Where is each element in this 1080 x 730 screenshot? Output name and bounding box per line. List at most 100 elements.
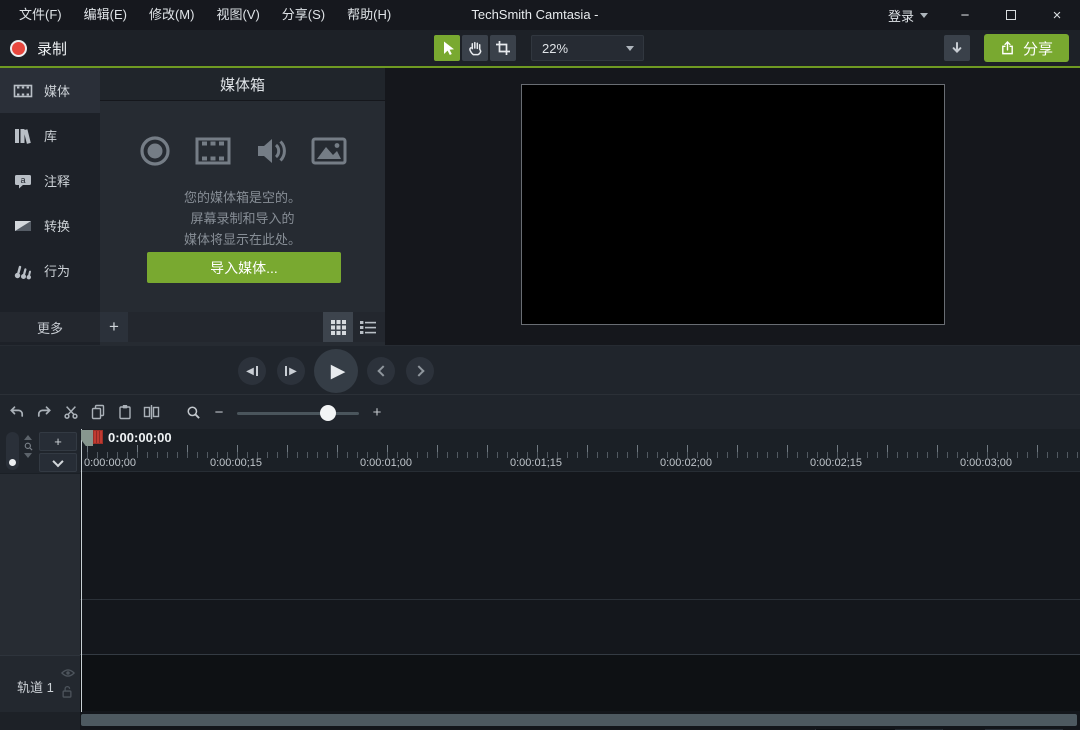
- split-button[interactable]: [138, 398, 165, 426]
- zoom-out-button[interactable]: −: [213, 404, 225, 421]
- playhead-out-handle[interactable]: [93, 430, 103, 444]
- grid-view-icon: [331, 320, 346, 335]
- eye-icon[interactable]: [61, 668, 75, 678]
- record-icon: [10, 40, 27, 57]
- sidebar-label: 注释: [44, 171, 70, 190]
- track1-header[interactable]: 轨道 1: [0, 655, 80, 712]
- track-options-button[interactable]: [39, 453, 77, 472]
- sidebar-label: 行为: [44, 261, 70, 280]
- paste-icon: [117, 404, 133, 420]
- ruler-label: 0:00:00;15: [210, 457, 262, 469]
- track1-lane[interactable]: [80, 654, 1080, 711]
- sidebar-item-library[interactable]: 库: [0, 113, 100, 158]
- paste-button[interactable]: [111, 398, 138, 426]
- video-preview[interactable]: [521, 84, 945, 325]
- media-type-icons: [100, 134, 385, 168]
- timeline-scroll-area: [80, 711, 1080, 729]
- mini-zoom-control[interactable]: [23, 435, 33, 458]
- add-track-button[interactable]: +: [39, 432, 77, 451]
- redo-button[interactable]: [30, 398, 57, 426]
- arrow-down-icon: [24, 453, 32, 458]
- track1-controls: [61, 668, 75, 698]
- download-button[interactable]: [944, 35, 970, 61]
- maximize-button[interactable]: [988, 0, 1034, 30]
- sidebar-more-button[interactable]: 更多: [0, 312, 100, 342]
- timeline-toolbar: − +: [0, 394, 1080, 429]
- close-button[interactable]: ×: [1034, 0, 1080, 30]
- menu-file[interactable]: 文件(F): [8, 0, 73, 30]
- undo-icon: [9, 404, 25, 420]
- share-label: 分享: [1023, 38, 1053, 59]
- ruler-label: 0:00:01;15: [510, 457, 562, 469]
- sidebar-item-behaviors[interactable]: 行为: [0, 248, 100, 293]
- edit-cursor-tool-button[interactable]: [434, 35, 460, 61]
- pan-tool-button[interactable]: [462, 35, 488, 61]
- login-button[interactable]: 登录: [874, 0, 942, 30]
- crop-tool-button[interactable]: [490, 35, 516, 61]
- zoom-slider-track[interactable]: [237, 412, 359, 415]
- ruler-label: 0:00:03;00: [960, 457, 1012, 469]
- chevron-down-icon: [626, 46, 634, 51]
- sidebar-item-annotations[interactable]: a 注释: [0, 158, 100, 203]
- timeline-ruler[interactable]: 0:00:00;00 0:00:00;15 0:00:01;00 0:00:01…: [80, 429, 1080, 472]
- timeline-zoom-slider[interactable]: [237, 405, 359, 421]
- horizontal-scrollbar[interactable]: [81, 714, 1077, 726]
- ruler-label: 0:00:00;00: [84, 457, 136, 469]
- menubar-right: 登录 − ×: [874, 0, 1080, 30]
- add-media-button[interactable]: +: [100, 312, 128, 342]
- more-label: 更多: [37, 318, 63, 337]
- menu-group: 文件(F) 编辑(E) 修改(M) 视图(V) 分享(S) 帮助(H): [0, 0, 402, 30]
- next-clip-button[interactable]: [406, 357, 434, 385]
- undo-button[interactable]: [3, 398, 30, 426]
- import-media-button[interactable]: 导入媒体...: [147, 252, 341, 283]
- copy-button[interactable]: [84, 398, 111, 426]
- canvas-zoom-select[interactable]: 22%: [531, 35, 644, 61]
- timeline-empty-area[interactable]: [80, 472, 1080, 599]
- share-button[interactable]: 分享: [984, 34, 1069, 62]
- ruler-labels: 0:00:00;00 0:00:00;15 0:00:01;00 0:00:01…: [80, 457, 1080, 471]
- previous-clip-button[interactable]: [367, 357, 395, 385]
- track-header-footer: [0, 712, 80, 730]
- sidebar-item-media[interactable]: 媒体: [0, 68, 100, 113]
- timeline-left-column: + 轨道 1: [0, 429, 80, 730]
- play-button[interactable]: ▶: [314, 349, 358, 393]
- menu-modify[interactable]: 修改(M): [138, 0, 206, 30]
- track-height-slider[interactable]: [6, 432, 19, 470]
- lock-open-icon[interactable]: [61, 685, 73, 698]
- minimize-button[interactable]: −: [942, 0, 988, 30]
- step-forward-button[interactable]: ▶: [277, 357, 305, 385]
- main-toolbar: 录制 22%: [0, 30, 1080, 66]
- maximize-icon: [1006, 10, 1016, 20]
- download-arrow-icon: [949, 40, 965, 56]
- menu-share[interactable]: 分享(S): [271, 0, 336, 30]
- track-height-thumb[interactable]: [9, 459, 16, 466]
- record-label: 录制: [37, 38, 67, 59]
- arrow-up-icon: [24, 435, 32, 440]
- menu-view[interactable]: 视图(V): [205, 0, 270, 30]
- zoom-slider-thumb[interactable]: [320, 405, 336, 421]
- ruler-label: 0:00:01;00: [360, 457, 412, 469]
- timeline-content[interactable]: 0:00:00;00 0:00:00;15 0:00:01;00 0:00:01…: [80, 429, 1080, 730]
- video-film-icon: [194, 134, 232, 168]
- media-film-icon: [13, 81, 33, 101]
- step-backward-button[interactable]: ◀: [238, 357, 266, 385]
- menu-edit[interactable]: 编辑(E): [73, 0, 138, 30]
- track-controls: +: [0, 429, 80, 473]
- playhead-line[interactable]: [81, 429, 82, 712]
- camtasia-window: 文件(F) 编辑(E) 修改(M) 视图(V) 分享(S) 帮助(H) Tech…: [0, 0, 1080, 730]
- cut-button[interactable]: [57, 398, 84, 426]
- grid-view-button[interactable]: [323, 312, 353, 342]
- timeline-empty-area[interactable]: [80, 600, 1080, 654]
- sidebar-item-transitions[interactable]: 转换: [0, 203, 100, 248]
- media-bin-empty-text: 您的媒体箱是空的。 屏幕录制和导入的 媒体将显示在此处。: [100, 187, 385, 250]
- crop-icon: [495, 40, 511, 56]
- list-view-button[interactable]: [353, 312, 383, 342]
- timeline: + 轨道 1: [0, 429, 1080, 730]
- split-icon: [143, 404, 160, 420]
- share-icon: [1000, 40, 1015, 56]
- record-ring-icon: [137, 134, 173, 168]
- record-button[interactable]: 录制: [10, 30, 67, 66]
- menu-help[interactable]: 帮助(H): [336, 0, 402, 30]
- zoom-in-button[interactable]: +: [371, 404, 383, 421]
- play-icon: ▶: [331, 360, 346, 383]
